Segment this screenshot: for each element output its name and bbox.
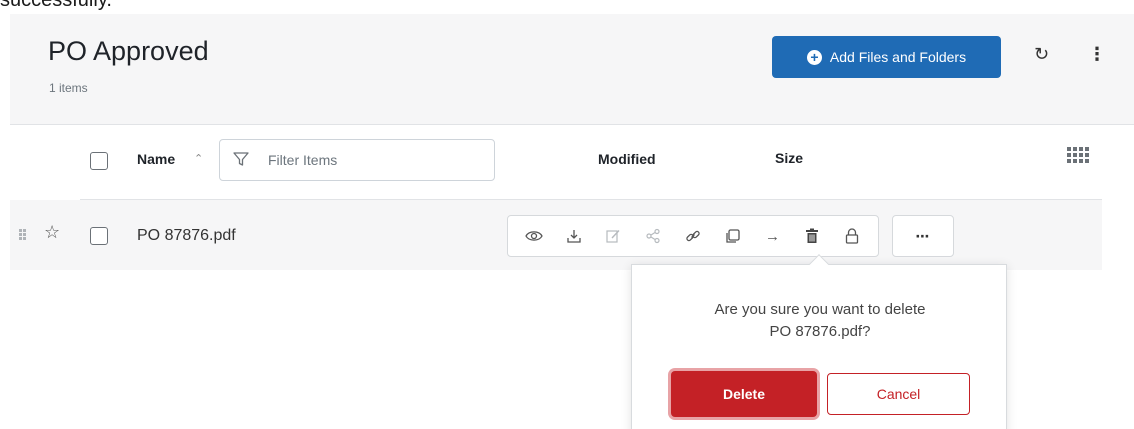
filter-funnel-icon bbox=[233, 152, 249, 166]
star-icon[interactable]: ☆ bbox=[44, 222, 60, 243]
select-all-checkbox[interactable] bbox=[90, 152, 108, 170]
refresh-icon[interactable]: ↻ bbox=[1034, 44, 1049, 65]
add-files-button[interactable]: + Add Files and Folders bbox=[772, 36, 1001, 78]
trash-icon[interactable] bbox=[799, 223, 825, 249]
top-message-text: successfully. bbox=[0, 0, 112, 11]
row-select-checkbox[interactable] bbox=[90, 227, 108, 245]
drag-handle-icon[interactable] bbox=[19, 229, 27, 241]
cancel-button[interactable]: Cancel bbox=[827, 373, 970, 415]
add-files-label: Add Files and Folders bbox=[829, 49, 967, 65]
eye-icon[interactable] bbox=[521, 223, 547, 249]
row-action-toolbar: → bbox=[507, 215, 879, 257]
page-title: PO Approved bbox=[48, 36, 209, 66]
table-row[interactable]: ☆ PO 87876.pdf → ⋯ bbox=[10, 200, 1102, 270]
column-header-row: Name ⌃ Modified Size bbox=[10, 125, 1102, 199]
column-modified-header[interactable]: Modified bbox=[598, 151, 656, 167]
column-name-header[interactable]: Name bbox=[137, 151, 175, 167]
plus-circle-icon: + bbox=[806, 49, 822, 65]
link-icon[interactable] bbox=[680, 223, 706, 249]
filter-items-input[interactable] bbox=[268, 150, 478, 170]
more-vertical-icon[interactable]: ⋮ bbox=[1088, 44, 1106, 65]
file-name[interactable]: PO 87876.pdf bbox=[137, 227, 236, 245]
delete-button[interactable]: Delete bbox=[671, 371, 817, 417]
move-arrow-icon[interactable]: → bbox=[759, 223, 785, 249]
edit-icon bbox=[600, 223, 626, 249]
delete-message-line2: PO 87876.pdf? bbox=[769, 323, 871, 340]
item-count: 1 items bbox=[49, 81, 88, 95]
delete-confirm-popover: Are you sure you want to delete PO 87876… bbox=[631, 254, 1008, 429]
download-icon[interactable] bbox=[561, 223, 587, 249]
lock-icon[interactable] bbox=[839, 223, 865, 249]
sort-ascending-icon[interactable]: ⌃ bbox=[194, 152, 203, 165]
delete-message-line1: Are you sure you want to delete bbox=[714, 301, 926, 318]
more-horizontal-button[interactable]: ⋯ bbox=[892, 215, 954, 257]
share-icon bbox=[640, 223, 666, 249]
delete-confirm-message: Are you sure you want to delete PO 87876… bbox=[632, 299, 1008, 343]
folder-header: PO Approved 1 items + Add Files and Fold… bbox=[10, 14, 1134, 124]
grid-view-icon[interactable] bbox=[1067, 147, 1089, 165]
column-size-header[interactable]: Size bbox=[775, 150, 803, 166]
filter-items-field[interactable] bbox=[219, 139, 495, 181]
top-message-strip: successfully. bbox=[0, 0, 1134, 14]
copy-icon[interactable] bbox=[720, 223, 746, 249]
